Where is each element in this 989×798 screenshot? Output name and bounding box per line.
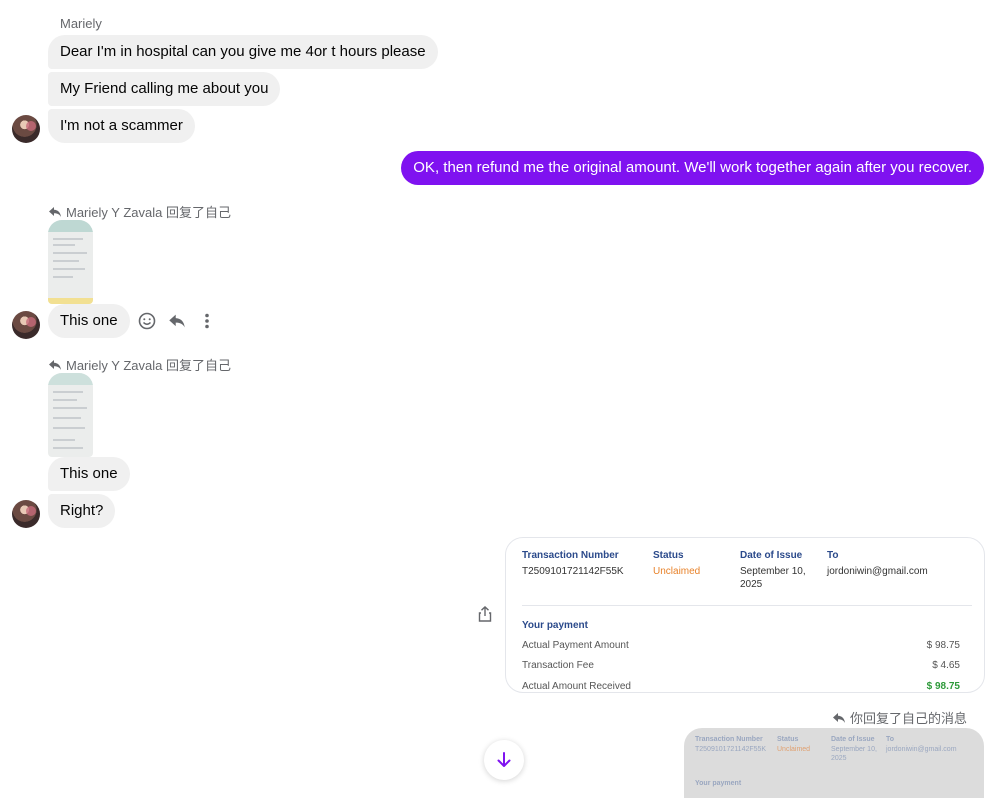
replied-image-thumbnail[interactable] bbox=[48, 373, 93, 457]
replied-image-thumbnail[interactable] bbox=[48, 220, 93, 304]
section-title: Your payment bbox=[522, 620, 588, 631]
row-label: Transaction Fee bbox=[522, 660, 594, 671]
row-value-received: $ 98.75 bbox=[926, 681, 960, 692]
avatar[interactable] bbox=[12, 311, 40, 339]
incoming-message[interactable]: I'm not a scammer bbox=[48, 109, 195, 143]
incoming-message[interactable]: Right? bbox=[48, 494, 116, 528]
row-value: $ 98.75 bbox=[926, 640, 960, 651]
arrow-down-icon bbox=[497, 752, 511, 767]
row-value: $ 4.65 bbox=[932, 660, 960, 671]
incoming-message[interactable]: Dear I'm in hospital can you give me 4or… bbox=[48, 35, 438, 69]
reply-icon bbox=[49, 206, 61, 217]
header-transaction-number: Transaction Number bbox=[522, 550, 619, 561]
avatar[interactable] bbox=[12, 115, 40, 143]
incoming-message[interactable]: This one bbox=[48, 457, 130, 491]
transaction-number: T2509101721142F55K bbox=[522, 566, 624, 577]
emoji-icon[interactable] bbox=[137, 311, 157, 331]
header-status: Status bbox=[653, 550, 684, 561]
reply-icon bbox=[49, 359, 61, 370]
sender-name: Mariely bbox=[60, 16, 102, 31]
self-reply-indicator: 你回复了自己的消息 bbox=[832, 708, 967, 727]
recipient-email: jordoniwin@gmail.com bbox=[827, 566, 928, 577]
incoming-message[interactable]: My Friend calling me about you bbox=[48, 72, 281, 106]
reply-indicator: Mariely Y Zavala 回复了自己 bbox=[48, 202, 231, 221]
divider bbox=[522, 605, 972, 606]
reply-label-text: Mariely Y Zavala 回复了自己 bbox=[66, 205, 231, 220]
quoted-receipt-preview[interactable]: Transaction Number Status Date of Issue … bbox=[684, 728, 984, 798]
transaction-receipt-image[interactable]: Transaction Number Status Date of Issue … bbox=[505, 537, 985, 693]
self-reply-label: 你回复了自己的消息 bbox=[849, 711, 967, 726]
reply-icon[interactable] bbox=[167, 311, 187, 331]
incoming-message[interactable]: This one bbox=[48, 304, 130, 338]
date-value: September 10, 2025 bbox=[740, 566, 806, 590]
share-icon[interactable] bbox=[476, 605, 494, 623]
reply-icon bbox=[832, 712, 845, 723]
scroll-to-bottom-button[interactable] bbox=[484, 740, 524, 780]
reply-label-text: Mariely Y Zavala 回复了自己 bbox=[66, 358, 231, 373]
outgoing-message[interactable]: OK, then refund me the original amount. … bbox=[401, 151, 984, 185]
row-label: Actual Amount Received bbox=[522, 681, 631, 692]
header-to: To bbox=[827, 550, 839, 561]
avatar[interactable] bbox=[12, 500, 40, 528]
more-vertical-icon[interactable] bbox=[197, 311, 217, 331]
row-label: Actual Payment Amount bbox=[522, 640, 629, 651]
header-date: Date of Issue bbox=[740, 550, 803, 561]
message-actions bbox=[137, 311, 217, 331]
status-value: Unclaimed bbox=[653, 566, 701, 577]
reply-indicator: Mariely Y Zavala 回复了自己 bbox=[48, 355, 231, 374]
